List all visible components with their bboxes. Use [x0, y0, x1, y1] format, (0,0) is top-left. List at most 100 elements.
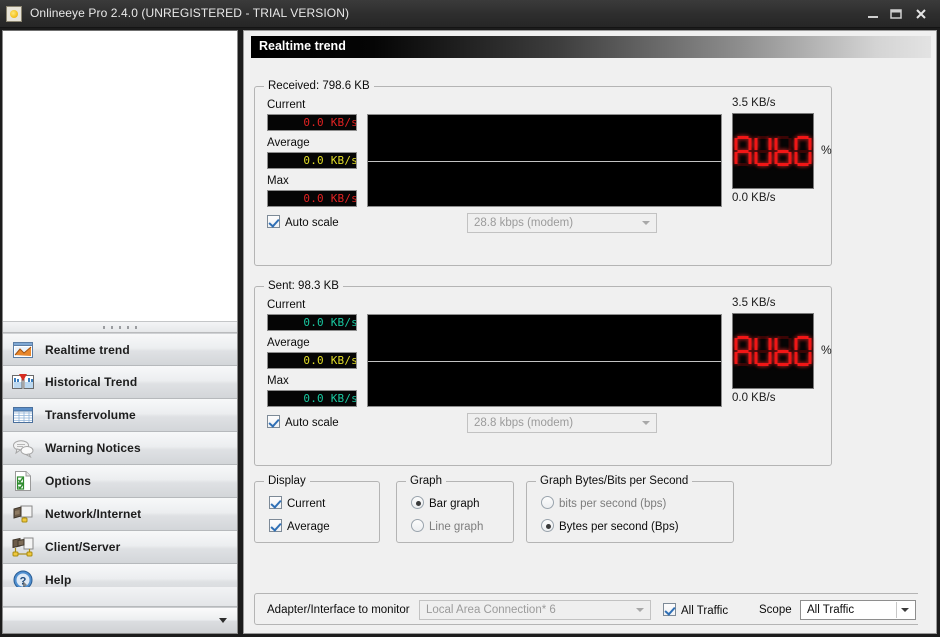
page-title-bar: Realtime trend — [251, 36, 931, 58]
table-grid-icon — [11, 403, 35, 427]
chevron-down-icon — [642, 221, 650, 225]
maximize-button[interactable] — [885, 4, 907, 24]
display-average-label: Average — [287, 521, 330, 533]
all-traffic-label: All Traffic — [681, 605, 729, 617]
received-gauge — [732, 113, 814, 189]
radio-icon — [411, 496, 424, 509]
sidebar-item-options[interactable]: Options — [3, 465, 237, 498]
received-scale-top: 3.5 KB/s — [732, 97, 776, 109]
sent-speed-combo[interactable]: 28.8 kbps (modem) — [467, 413, 657, 433]
received-max-value: 0.0 KB/s — [303, 192, 357, 205]
checkbox-icon — [269, 519, 282, 532]
sent-average-readout: 0.0 KB/s — [267, 352, 357, 369]
received-speed-combo[interactable]: 28.8 kbps (modem) — [467, 213, 657, 233]
sidebar-splitter[interactable] — [3, 321, 237, 333]
scope-combo[interactable]: All Traffic — [800, 600, 916, 620]
sent-group: Sent: 98.3 KB Current 0.0 KB/s Average 0… — [254, 280, 832, 466]
sidebar-item-label: Warning Notices — [45, 441, 141, 455]
sent-gauge — [732, 313, 814, 389]
sidebar-item-transfervolume[interactable]: Transfervolume — [3, 399, 237, 432]
application-window: Onlineeye Pro 2.4.0 (UNREGISTERED - TRIA… — [0, 0, 940, 637]
adapter-bar: Adapter/Interface to monitor Local Area … — [254, 593, 930, 625]
sidebar-item-network-internet[interactable]: Network/Internet — [3, 498, 237, 531]
sidebar-item-list: Realtime trend Historical Trend Transfer… — [3, 333, 237, 597]
units-bits-radio[interactable]: bits per second (bps) — [541, 496, 666, 510]
graph-bar-radio[interactable]: Bar graph — [411, 496, 480, 510]
sidebar-overflow-dropdown[interactable] — [3, 607, 237, 633]
received-speed-value: 28.8 kbps (modem) — [474, 217, 574, 229]
window-title: Onlineeye Pro 2.4.0 (UNREGISTERED - TRIA… — [30, 6, 350, 20]
units-bytes-radio[interactable]: Bytes per second (Bps) — [541, 519, 679, 533]
received-percent-sign: % — [821, 143, 832, 157]
chevron-down-icon — [219, 618, 227, 623]
sent-autoscale-checkbox[interactable]: Auto scale — [267, 415, 339, 429]
checkbox-icon — [267, 215, 280, 228]
graph-line-radio[interactable]: Line graph — [411, 519, 483, 533]
radio-icon — [541, 519, 554, 532]
sent-current-readout: 0.0 KB/s — [267, 314, 357, 331]
graph-bar-label: Bar graph — [429, 498, 480, 510]
sent-average-value: 0.0 KB/s — [303, 354, 357, 367]
sidebar: Realtime trend Historical Trend Transfer… — [2, 30, 238, 634]
received-group: Received: 798.6 KB Current 0.0 KB/s Aver… — [254, 80, 832, 266]
graph-group-title: Graph — [406, 475, 446, 487]
sidebar-item-realtime-trend[interactable]: Realtime trend — [3, 333, 237, 366]
sidebar-item-label: Options — [45, 474, 92, 488]
sent-max-label: Max — [267, 375, 289, 387]
received-max-readout: 0.0 KB/s — [267, 190, 357, 207]
checkbox-icon — [267, 415, 280, 428]
adapter-label: Adapter/Interface to monitor — [267, 604, 410, 616]
sidebar-item-historical-trend[interactable]: Historical Trend — [3, 366, 237, 399]
received-current-value: 0.0 KB/s — [303, 116, 357, 129]
sent-current-label: Current — [267, 299, 306, 311]
adapter-combo[interactable]: Local Area Connection* 6 — [419, 600, 651, 620]
sidebar-item-client-server[interactable]: Client/Server — [3, 531, 237, 564]
all-traffic-checkbox[interactable]: All Traffic — [663, 603, 728, 617]
seg-char-A — [734, 336, 752, 366]
seg-char-O — [794, 136, 812, 166]
units-group: Graph Bytes/Bits per Second bits per sec… — [526, 475, 734, 543]
units-bytes-label: Bytes per second (Bps) — [559, 521, 679, 533]
received-group-title: Received: 798.6 KB — [264, 80, 374, 92]
display-group-title: Display — [264, 475, 310, 487]
sent-max-value: 0.0 KB/s — [303, 392, 357, 405]
received-gauge-seven-segment — [734, 136, 812, 166]
sent-max-readout: 0.0 KB/s — [267, 390, 357, 407]
sent-percent-sign: % — [821, 343, 832, 357]
display-current-label: Current — [287, 498, 326, 510]
seg-char-A — [734, 136, 752, 166]
sidebar-item-label: Network/Internet — [45, 507, 142, 521]
sidebar-item-label: Realtime trend — [45, 342, 130, 357]
received-graph-midline — [368, 160, 721, 162]
seg-char-T — [774, 336, 792, 366]
checklist-document-icon — [11, 469, 35, 493]
sidebar-blank-area — [3, 31, 237, 321]
title-bar: Onlineeye Pro 2.4.0 (UNREGISTERED - TRIA… — [0, 0, 940, 28]
sidebar-item-label: Client/Server — [45, 540, 121, 554]
sidebar-item-warning-notices[interactable]: Warning Notices — [3, 432, 237, 465]
close-icon — [916, 9, 926, 19]
maximize-icon — [890, 9, 902, 19]
minimize-icon — [868, 16, 878, 18]
graph-type-group: Graph Bar graph Line graph — [396, 475, 514, 543]
close-button[interactable] — [910, 4, 932, 24]
sent-gauge-seven-segment — [734, 336, 812, 366]
sent-scale-top: 3.5 KB/s — [732, 297, 776, 309]
received-autoscale-checkbox[interactable]: Auto scale — [267, 215, 339, 229]
sidebar-filler — [3, 587, 237, 607]
scope-label: Scope — [759, 604, 792, 616]
minimize-button[interactable] — [862, 4, 884, 24]
sidebar-item-label: Help — [45, 573, 72, 587]
radio-icon — [541, 496, 554, 509]
chevron-down-icon — [636, 608, 644, 612]
adapter-value: Local Area Connection* 6 — [426, 604, 556, 616]
sent-current-value: 0.0 KB/s — [303, 316, 357, 329]
graph-line-label: Line graph — [429, 521, 484, 533]
display-current-checkbox[interactable]: Current — [269, 496, 325, 510]
display-average-checkbox[interactable]: Average — [269, 519, 330, 533]
panel-scroll-region[interactable] — [918, 593, 934, 625]
sidebar-item-label: Historical Trend — [45, 375, 138, 389]
page-title: Realtime trend — [259, 39, 346, 53]
received-max-label: Max — [267, 175, 289, 187]
units-bits-label: bits per second (bps) — [559, 498, 667, 510]
